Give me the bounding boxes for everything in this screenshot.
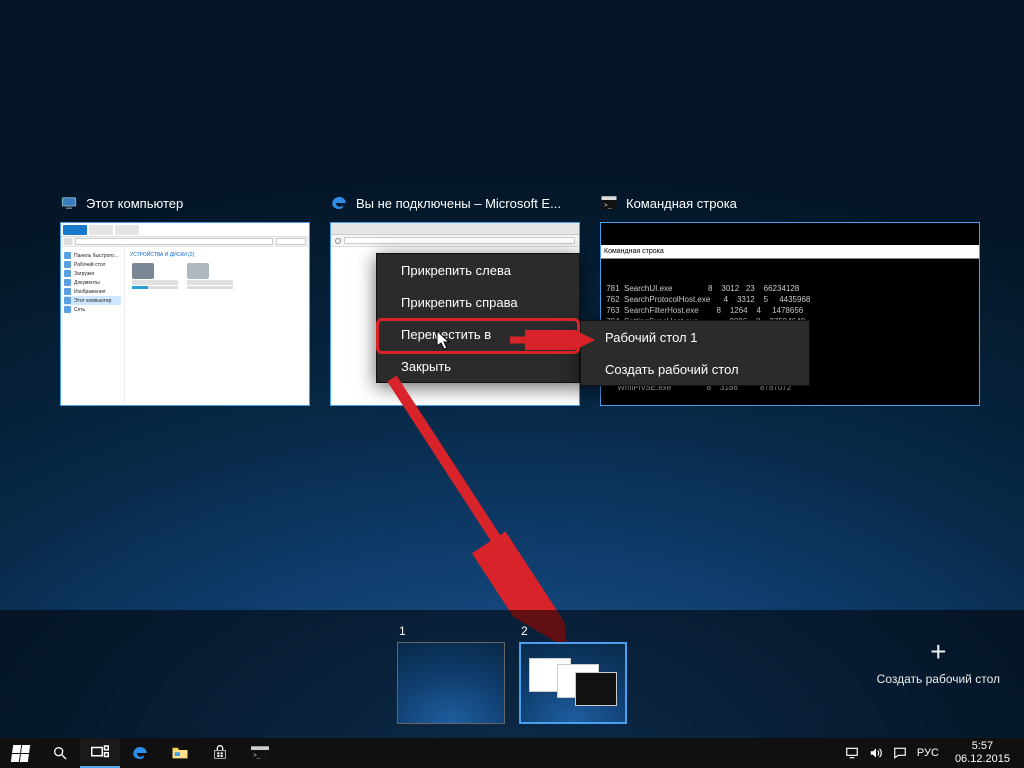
window-title: Командная строка — [626, 196, 737, 211]
search-icon — [52, 745, 68, 761]
search-button[interactable] — [40, 738, 80, 768]
edge-icon — [131, 744, 149, 762]
desktop-thumb-2[interactable]: 2 — [519, 624, 627, 724]
ctx-item-snap-right[interactable]: Прикрепить справа — [377, 286, 579, 318]
taskbar-app-cmd[interactable]: >_ — [240, 738, 280, 768]
ctx-sub-desktop-1[interactable]: Рабочий стол 1 — [581, 321, 809, 353]
ctx-item-snap-left[interactable]: Прикрепить слева — [377, 254, 579, 286]
svg-text:>_: >_ — [604, 202, 612, 209]
store-icon — [212, 745, 228, 761]
cmd-icon: >_ — [600, 194, 618, 212]
tray-volume-icon[interactable] — [869, 746, 883, 760]
taskbar-app-store[interactable] — [200, 738, 240, 768]
folder-icon — [171, 745, 189, 761]
tray-notifications-icon[interactable] — [893, 746, 907, 760]
taskbar-app-edge[interactable] — [120, 738, 160, 768]
tray-monitor-icon[interactable] — [845, 746, 859, 760]
virtual-desktop-strip: 1 2 + Создать рабочий стол — [0, 610, 1024, 738]
new-desktop-button[interactable]: + Создать рабочий стол — [877, 638, 1000, 686]
context-submenu: Рабочий стол 1 Создать рабочий стол — [580, 320, 810, 386]
cmd-icon: >_ — [251, 746, 269, 760]
start-button[interactable] — [0, 738, 40, 768]
task-view-button[interactable] — [80, 738, 120, 768]
ctx-sub-new-desktop[interactable]: Создать рабочий стол — [581, 353, 809, 385]
tray-clock[interactable]: 5:57 06.12.2015 — [949, 738, 1016, 768]
this-pc-icon — [60, 194, 78, 212]
windows-logo-icon — [10, 745, 29, 762]
task-view-icon — [91, 745, 109, 759]
desktop-thumb-1[interactable]: 1 — [397, 624, 505, 724]
edge-icon — [330, 194, 348, 212]
window-thumb-explorer[interactable]: Этот компьютер Панель быстрого... Рабочи… — [60, 190, 310, 406]
system-tray: РУС 5:57 06.12.2015 — [837, 738, 1024, 768]
tray-language[interactable]: РУС — [917, 747, 939, 759]
context-menu: Прикрепить слева Прикрепить справа Перем… — [376, 253, 580, 383]
taskbar: >_ РУС 5:57 06.12.2015 — [0, 738, 1024, 768]
plus-icon: + — [877, 638, 1000, 666]
ctx-item-move-to[interactable]: Переместить в — [377, 318, 579, 350]
svg-text:>_: >_ — [253, 753, 261, 759]
window-preview: Панель быстрого... Рабочий стол Загрузки… — [60, 222, 310, 406]
window-title: Вы не подключены – Microsoft E... — [356, 196, 561, 211]
ctx-item-close[interactable]: Закрыть — [377, 350, 579, 382]
taskbar-app-explorer[interactable] — [160, 738, 200, 768]
window-title: Этот компьютер — [86, 196, 183, 211]
